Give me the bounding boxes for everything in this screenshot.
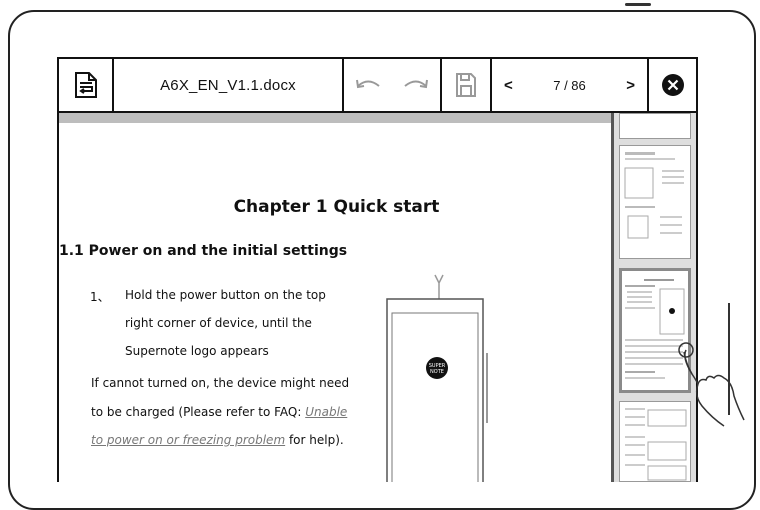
- convert-file-button[interactable]: [59, 59, 114, 111]
- document-page: Chapter 1 Quick start 1.1 Power on and t…: [59, 113, 614, 482]
- next-page-button[interactable]: >: [626, 77, 635, 94]
- document-convert-icon: [74, 72, 97, 98]
- document-viewer[interactable]: Chapter 1 Quick start 1.1 Power on and t…: [57, 113, 698, 482]
- faq-link[interactable]: Unable: [305, 405, 347, 419]
- save-icon: [456, 73, 476, 97]
- redo-icon: [404, 79, 428, 89]
- thumbnail-content: [624, 152, 684, 239]
- step-number: 1、: [90, 290, 110, 304]
- section-heading: 1.1 Power on and the initial settings: [59, 243, 348, 259]
- file-title-cell: A6X_EN_V1.1.docx: [114, 59, 344, 111]
- save-button[interactable]: [442, 59, 492, 111]
- thumbnail-page-6[interactable]: [619, 145, 691, 259]
- device-illustration: SUPER NOTE: [386, 274, 488, 482]
- paragraph-line-2: to be charged (Please refer to FAQ: Unab…: [91, 405, 347, 419]
- toolbar: A6X_EN_V1.1.docx < 7 / 86 >: [57, 57, 698, 113]
- thumbnail-page-5[interactable]: [619, 113, 691, 139]
- close-button[interactable]: [649, 59, 696, 111]
- paragraph-line-3: to power on or freezing problem for help…: [91, 433, 344, 447]
- step-line-3: Supernote logo appears: [125, 344, 269, 358]
- close-icon: [661, 74, 684, 96]
- svg-text:NOTE: NOTE: [430, 369, 444, 375]
- chapter-heading: Chapter 1 Quick start: [233, 197, 440, 217]
- undo-redo-group: [344, 59, 442, 111]
- page-indicator: 7 / 86: [553, 77, 586, 93]
- paragraph-line-1: If cannot turned on, the device might ne…: [91, 376, 350, 390]
- prev-page-button[interactable]: <: [504, 77, 513, 94]
- paragraph-text-end: for help).: [285, 433, 344, 447]
- file-title: A6X_EN_V1.1.docx: [160, 76, 296, 94]
- hand-pointer-icon: [678, 342, 745, 427]
- step-line-1: Hold the power button on the top: [125, 288, 326, 302]
- paragraph-text: to be charged (Please refer to FAQ:: [91, 405, 306, 419]
- undo-icon: [356, 79, 380, 89]
- device-button: [625, 3, 651, 6]
- redo-button[interactable]: [402, 77, 430, 93]
- page-header-bar: [59, 113, 614, 123]
- undo-button[interactable]: [354, 77, 382, 93]
- faq-link-continued[interactable]: to power on or freezing problem: [91, 433, 285, 447]
- step-line-2: right corner of device, until the: [125, 316, 312, 330]
- page-navigator: < 7 / 86 >: [492, 59, 649, 111]
